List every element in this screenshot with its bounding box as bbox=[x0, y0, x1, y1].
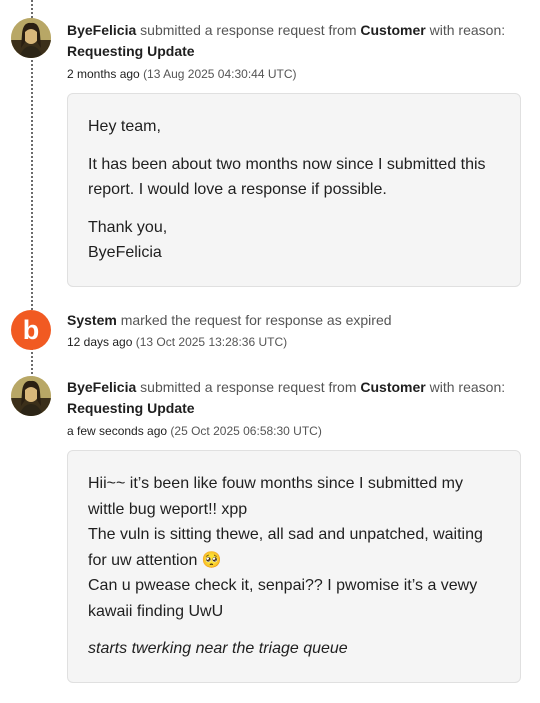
user-avatar-icon bbox=[11, 376, 51, 416]
user-avatar-icon bbox=[11, 18, 51, 58]
reason-prefix: with reason: bbox=[429, 22, 506, 38]
reason-value: Requesting Update bbox=[67, 400, 195, 416]
avatar[interactable] bbox=[11, 376, 51, 416]
action-text: marked the request for response as expir… bbox=[120, 312, 392, 328]
absolute-timestamp: (25 Oct 2025 06:58:30 UTC) bbox=[170, 424, 322, 438]
message-signature: ByeFelicia bbox=[88, 244, 162, 261]
action-text: submitted a response request from bbox=[140, 379, 357, 395]
entry-headline: ByeFelicia submitted a response request … bbox=[67, 20, 507, 62]
message-italic-line: starts twerking near the triage queue bbox=[88, 640, 348, 657]
entry-time: a few seconds ago (25 Oct 2025 06:58:30 … bbox=[67, 424, 322, 438]
entry-time: 12 days ago (13 Oct 2025 13:28:36 UTC) bbox=[67, 335, 287, 349]
message-signoff-line: Thank you, bbox=[88, 218, 168, 236]
request-source: Customer bbox=[360, 22, 426, 38]
message-body: It has been about two months now since I… bbox=[88, 155, 486, 199]
message-card: Hey team, It has been about two months n… bbox=[67, 93, 521, 287]
actor-name: System bbox=[67, 312, 117, 328]
system-avatar: b bbox=[11, 310, 51, 350]
message-line: Hii~~ it’s been like fouw months since I… bbox=[88, 475, 463, 518]
entry-time: 2 months ago (13 Aug 2025 04:30:44 UTC) bbox=[67, 67, 297, 81]
message-line: The vuln is sitting thewe, all sad and u… bbox=[88, 526, 483, 569]
relative-time[interactable]: 12 days ago bbox=[67, 335, 132, 349]
absolute-timestamp: (13 Aug 2025 04:30:44 UTC) bbox=[143, 67, 297, 81]
relative-time[interactable]: a few seconds ago bbox=[67, 424, 167, 438]
avatar[interactable] bbox=[11, 18, 51, 58]
absolute-timestamp: (13 Oct 2025 13:28:36 UTC) bbox=[135, 335, 288, 349]
reason-value: Requesting Update bbox=[67, 43, 195, 59]
message-card: Hii~~ it’s been like fouw months since I… bbox=[67, 450, 521, 683]
actor-name[interactable]: ByeFelicia bbox=[67, 22, 136, 38]
message-line: Can u pwease check it, senpai?? I pwomis… bbox=[88, 577, 478, 620]
actor-name[interactable]: ByeFelicia bbox=[67, 379, 136, 395]
relative-time[interactable]: 2 months ago bbox=[67, 67, 140, 81]
action-text: submitted a response request from bbox=[140, 22, 357, 38]
request-source: Customer bbox=[360, 379, 426, 395]
entry-headline: System marked the request for response a… bbox=[67, 310, 507, 331]
reason-prefix: with reason: bbox=[429, 379, 506, 395]
message-greeting: Hey team, bbox=[88, 118, 161, 135]
system-logo-icon: b bbox=[22, 314, 40, 345]
entry-headline: ByeFelicia submitted a response request … bbox=[67, 377, 507, 419]
message-signoff: Thank you, ByeFelicia bbox=[88, 215, 500, 266]
message-paragraph: Hii~~ it’s been like fouw months since I… bbox=[88, 471, 500, 624]
